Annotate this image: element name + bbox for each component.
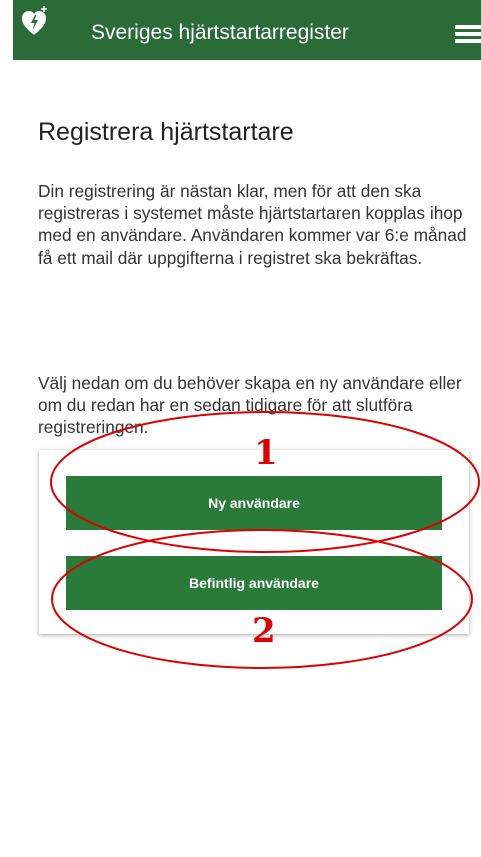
app-header: Sveriges hjärtstartarregister [13, 0, 481, 60]
intro-paragraph: Din registrering är nästan klar, men för… [38, 181, 467, 268]
existing-user-button[interactable]: Befintlig användare [66, 556, 442, 610]
app-title: Sveriges hjärtstartarregister [91, 21, 349, 44]
page-title: Registrera hjärtstartare [38, 118, 294, 146]
annotation-number-1: 1 [254, 433, 278, 473]
annotation-number-2: 2 [252, 611, 276, 651]
page: Sveriges hjärtstartarregister Registrera… [0, 0, 481, 857]
heart-defibrillator-logo-icon[interactable] [19, 6, 49, 38]
new-user-button[interactable]: Ny användare [66, 476, 442, 530]
hamburger-menu-icon[interactable] [455, 25, 481, 43]
user-choice-card: Ny användare Befintlig användare [39, 450, 469, 634]
instruction-paragraph: Välj nedan om du behöver skapa en ny anv… [38, 373, 462, 438]
